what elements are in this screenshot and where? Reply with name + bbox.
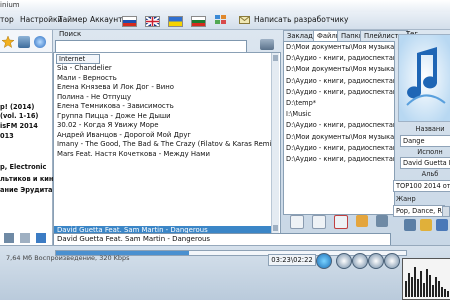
new-file-icon[interactable] xyxy=(290,215,304,229)
next-button[interactable] xyxy=(384,253,400,269)
menu-timer[interactable]: Таймер xyxy=(58,15,87,24)
artist-field[interactable]: David Guetta Feat xyxy=(400,157,450,169)
search-options-icon[interactable] xyxy=(260,39,274,50)
flag-by-icon[interactable] xyxy=(191,16,206,27)
track-row[interactable]: Мали - Верность xyxy=(54,74,275,84)
prev-button[interactable] xyxy=(352,253,368,269)
folder-row[interactable]: D:\Мои документы\Моя музыка\* xyxy=(286,43,394,51)
collection-item[interactable]: 013 xyxy=(0,132,14,140)
track-row[interactable]: Елена Князева И Лок Дог - Вино xyxy=(54,83,275,93)
menu-editor[interactable]: тор xyxy=(0,15,14,24)
track-row[interactable] xyxy=(54,159,275,169)
folder-row[interactable]: D:\Аудио - книги, радиоспектакли\ xyxy=(286,77,394,85)
folder-row[interactable]: D:\Аудио - книги, радиоспектакли\ xyxy=(286,121,394,129)
search-label: Поиск xyxy=(59,30,82,38)
menu-bar: тор Настройки Таймер Аккаунт Написать ра… xyxy=(0,12,450,30)
track-row[interactable]: Елена Темникова - Зависимость xyxy=(54,102,275,112)
star-icon[interactable] xyxy=(1,35,15,49)
track-list-scrollbar[interactable] xyxy=(271,53,279,233)
folder-row[interactable]: D:\Аудио - книги, радиоспектакли\ xyxy=(286,88,394,96)
folder-row[interactable]: D:\temp* xyxy=(286,99,394,107)
track-row[interactable]: Imany - The Good, The Bad & The Crazy (F… xyxy=(54,140,275,150)
genre-dropdown-icon[interactable] xyxy=(442,206,450,217)
track-row[interactable]: Mars Feat. Настя Кочеткова - Между Нами xyxy=(54,150,275,160)
scroll-down-arrow-icon[interactable] xyxy=(273,225,278,231)
collection-item[interactable]: льтиков и кино xyxy=(0,175,58,183)
folder-row[interactable]: D:\Аудио - книги, радиоспектакли\ xyxy=(286,144,394,152)
collection-item[interactable]: ание Эрудита xyxy=(0,186,52,194)
window-title: inium xyxy=(0,1,20,9)
flag-uk-icon[interactable] xyxy=(145,16,160,27)
track-row[interactable]: 30.02 - Когда Я Увижу Море xyxy=(54,121,275,131)
visualizer-icon[interactable] xyxy=(316,253,332,269)
title-field[interactable]: Dange xyxy=(400,135,450,147)
now-playing-title: David Guetta Feat. Sam Martin - Dangerou… xyxy=(57,235,211,243)
artist-label: Исполн xyxy=(417,148,443,156)
track-list: Internet Sia - Chandelier Мали - Верность… xyxy=(53,52,281,236)
folder-row[interactable]: I:\Music xyxy=(286,110,394,118)
genre-label: Жанр xyxy=(396,195,416,203)
pen-icon[interactable] xyxy=(404,219,416,231)
status-info: 7,64 Мб Воспроизведение, 320 Kbps xyxy=(6,254,130,262)
menu-settings[interactable]: Настройки xyxy=(20,15,62,24)
time-display: 03:23\02:22 xyxy=(268,254,316,266)
genre-field[interactable]: Pop, Dance, RnB xyxy=(393,205,445,217)
flag-ru-icon[interactable] xyxy=(122,16,137,27)
track-row[interactable] xyxy=(54,188,275,198)
scroll-up-arrow-icon[interactable] xyxy=(273,55,278,61)
flag-ua-icon[interactable] xyxy=(168,16,183,27)
playlist-icon[interactable] xyxy=(4,233,14,243)
delete-icon[interactable] xyxy=(334,215,348,229)
mail-icon[interactable] xyxy=(239,15,250,25)
folder-row[interactable]: D:\Мои документы\Моя музыка\ xyxy=(286,133,394,141)
track-row[interactable] xyxy=(54,169,275,179)
list-header[interactable]: Internet xyxy=(56,54,100,64)
collection-item[interactable]: isFM 2014 xyxy=(0,122,38,130)
library-icon[interactable] xyxy=(18,36,30,48)
save-tag-icon[interactable] xyxy=(436,219,448,231)
picture-icon[interactable] xyxy=(420,219,432,231)
music-note-icon xyxy=(399,35,450,121)
album-field[interactable]: TOP100 2014 от Моя xyxy=(393,180,450,192)
add-file-icon[interactable] xyxy=(312,215,326,229)
track-row[interactable] xyxy=(54,207,275,217)
folder-row[interactable]: D:\Аудио - книги, радиоспектакли\ xyxy=(286,155,394,163)
folder-row[interactable]: D:\Мои документы\Моя музыка\ xyxy=(286,65,394,73)
app-window: inium тор Настройки Таймер Аккаунт Напис… xyxy=(0,0,450,300)
title-label: Названи xyxy=(415,125,445,133)
track-row[interactable]: Полина - Не Отпущу xyxy=(54,93,275,103)
folder-list: D:\Мои документы\Моя музыка\* D:\Аудио - … xyxy=(283,41,395,215)
waveform-display xyxy=(402,258,450,300)
write-developer-link[interactable]: Написать разработчику xyxy=(254,15,348,24)
folder-row[interactable]: D:\Аудио - книги, радиоспектакли\ xyxy=(286,54,394,62)
wrench-icon[interactable] xyxy=(36,233,46,243)
folder-icon[interactable] xyxy=(356,215,368,227)
left-panel: p! (2014) (vol. 1-16) isFM 2014 013 p, E… xyxy=(0,30,58,265)
globe-icon[interactable] xyxy=(34,36,46,48)
album-cover xyxy=(398,34,450,122)
tag-toolbar xyxy=(398,218,450,232)
users-icon[interactable] xyxy=(376,215,388,227)
track-row[interactable] xyxy=(54,178,275,188)
track-row[interactable] xyxy=(54,216,275,226)
collection-item[interactable]: p, Electronic xyxy=(0,163,46,171)
track-row[interactable]: Андрей Иванцов - Дорогой Мой Друг xyxy=(54,131,275,141)
track-row[interactable]: Группа Пицца - Доже Не Дыши xyxy=(54,112,275,122)
collection-item[interactable]: p! (2014) xyxy=(0,103,34,111)
album-label: Альб xyxy=(421,170,439,178)
repeat-button[interactable] xyxy=(336,253,352,269)
folder-toolbar xyxy=(290,214,390,229)
track-row[interactable] xyxy=(54,197,275,207)
tools-icon[interactable] xyxy=(20,233,30,243)
grid-icon[interactable] xyxy=(214,14,227,26)
track-row[interactable]: Sia - Chandelier xyxy=(54,64,275,74)
collection-item[interactable]: (vol. 1-16) xyxy=(0,112,38,120)
pause-button[interactable] xyxy=(368,253,384,269)
menu-account[interactable]: Аккаунт xyxy=(90,15,123,24)
